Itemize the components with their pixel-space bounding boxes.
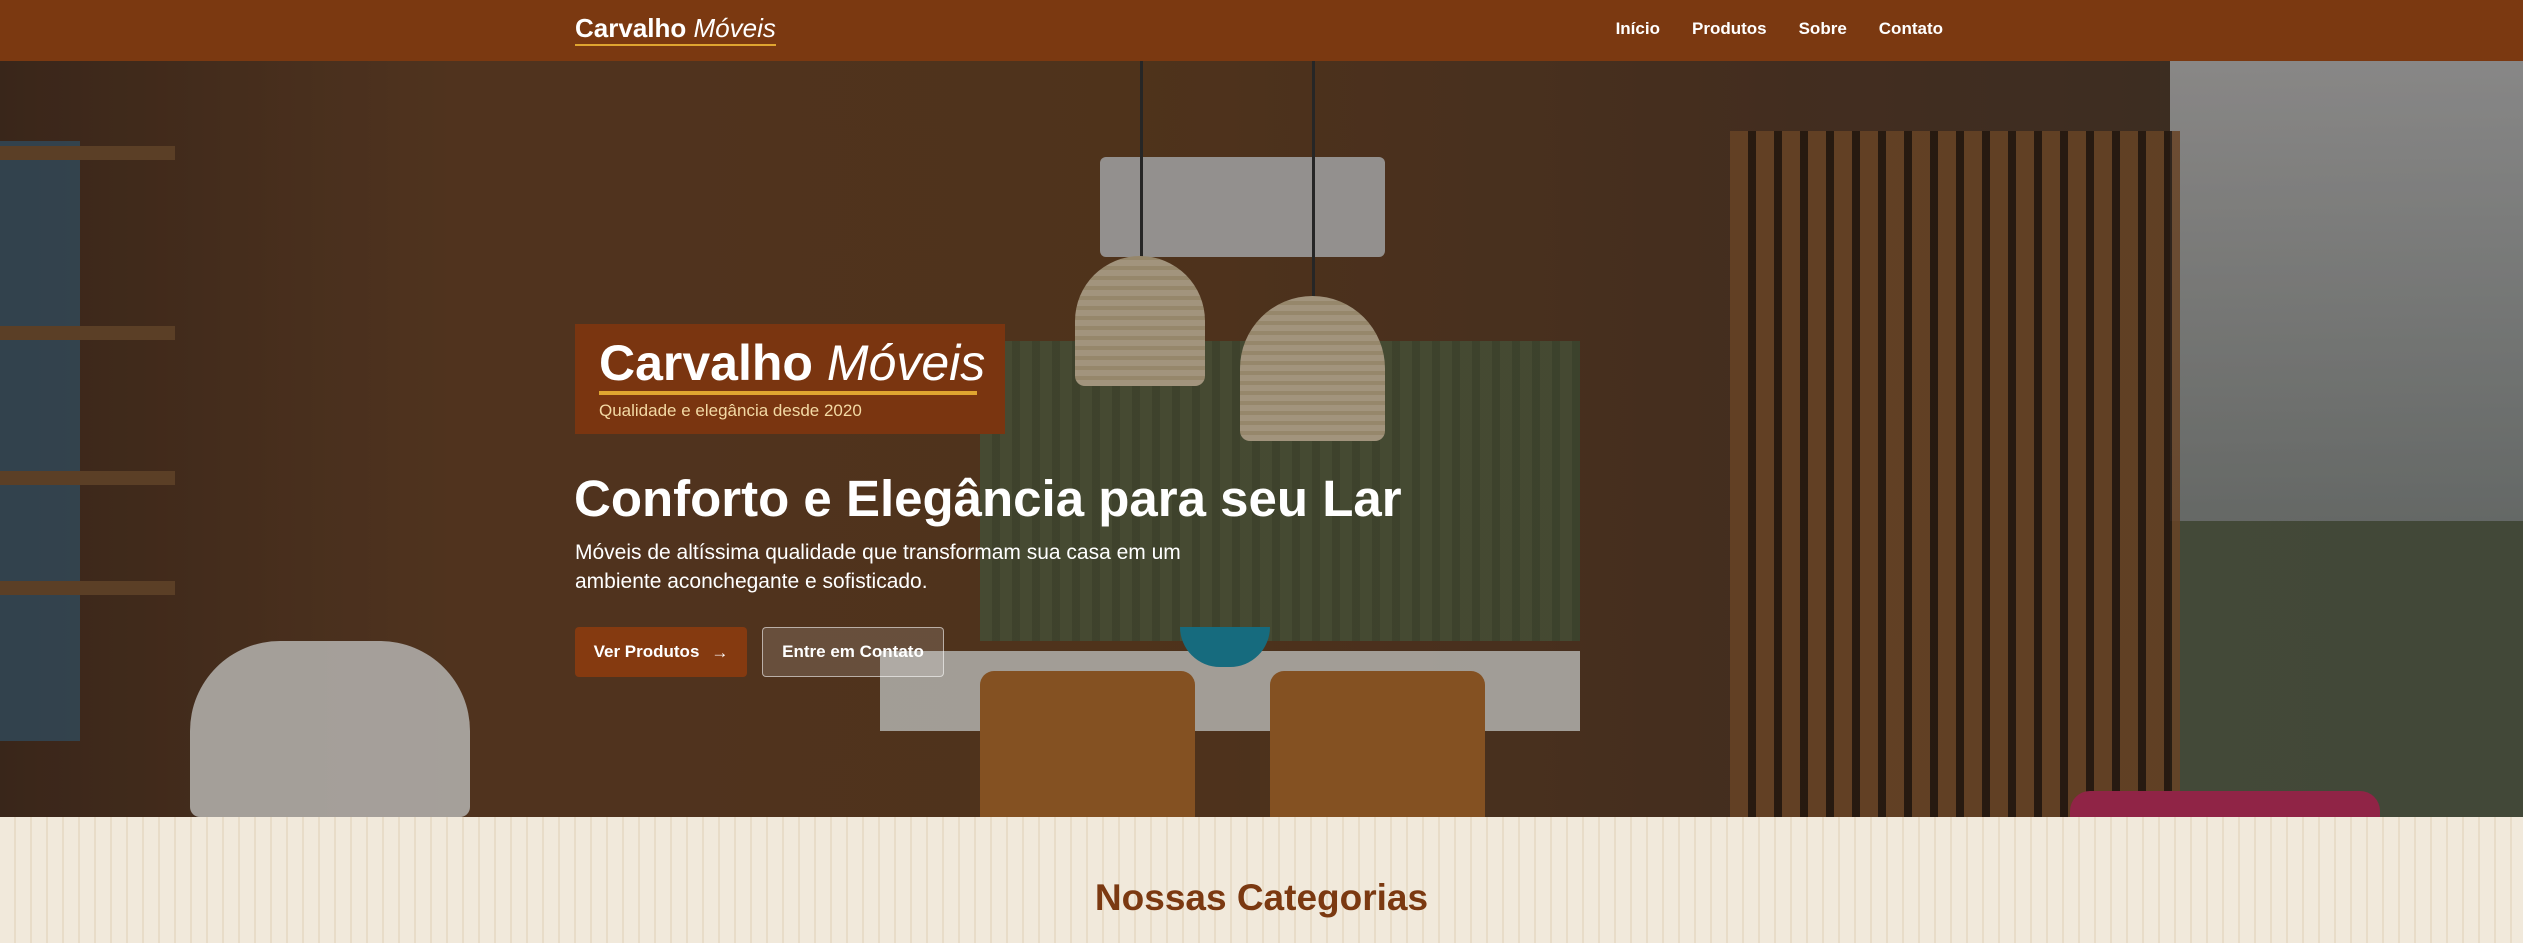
ver-produtos-button[interactable]: Ver Produtos →	[575, 627, 747, 677]
ver-produtos-label: Ver Produtos	[593, 642, 700, 661]
categories-section: Nossas Categorias	[0, 817, 2523, 943]
brand-name-bold: Carvalho	[575, 13, 687, 43]
entre-em-contato-label: Entre em Contato	[782, 642, 924, 661]
section-title: Nossas Categorias	[1094, 877, 1429, 918]
nav-link-contato[interactable]: Contato	[1879, 19, 1943, 39]
nav-link-inicio[interactable]: Início	[1616, 19, 1660, 39]
hero-overlay	[0, 61, 2523, 817]
entre-em-contato-button[interactable]: Entre em Contato	[762, 627, 944, 677]
brand-logo[interactable]: Carvalho Móveis	[575, 13, 776, 46]
arrow-right-icon: →	[711, 642, 729, 662]
brand-name-italic: Móveis	[693, 13, 776, 43]
badge-title-italic: Móveis	[826, 335, 986, 391]
hero-description: Móveis de altíssima qualidade que transf…	[575, 541, 1181, 593]
hero-section: Carvalho Móveis Qualidade e elegância de…	[0, 61, 2523, 817]
badge-title-bold: Carvalho	[599, 335, 813, 391]
badge-subtitle: Qualidade e elegância desde 2020	[599, 401, 862, 420]
hero-brand-badge: Carvalho Móveis Qualidade e elegância de…	[575, 324, 1005, 434]
nav-link-produtos[interactable]: Produtos	[1692, 19, 1767, 39]
badge-title: Carvalho Móveis	[599, 334, 985, 392]
nav-link-sobre[interactable]: Sobre	[1799, 19, 1847, 39]
badge-underline	[599, 391, 977, 395]
top-navbar: Carvalho Móveis Início Produtos Sobre Co…	[0, 0, 2523, 61]
hero-title: Conforto e Elegância para seu Lar	[574, 470, 1402, 527]
main-nav: Início Produtos Sobre Contato	[1616, 19, 1943, 39]
